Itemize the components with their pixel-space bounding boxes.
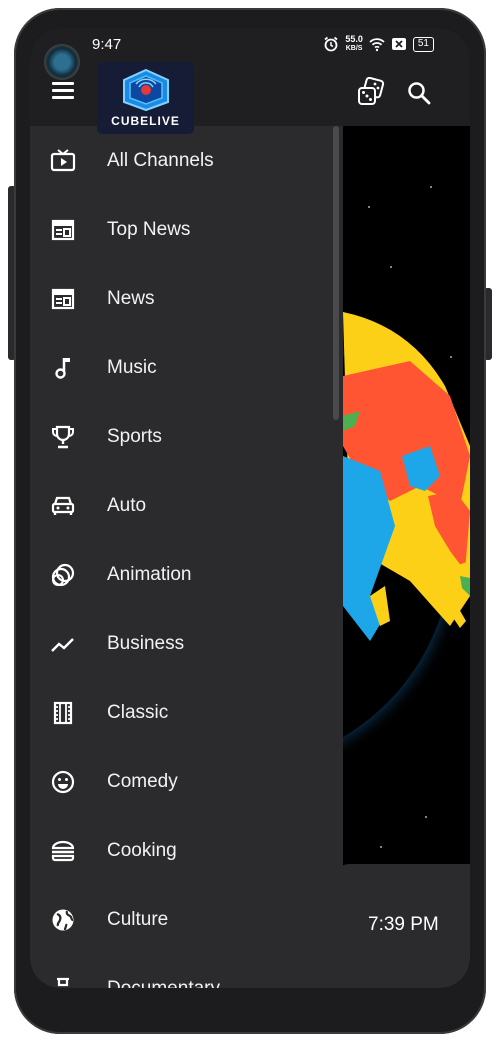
search-icon[interactable] [406,80,432,106]
wifi-icon [369,38,385,52]
drawer-item-label: Classic [107,701,169,723]
dice-icon[interactable] [356,77,386,107]
music-note-icon [49,354,77,382]
sim-x-icon [391,38,406,50]
trophy-icon [49,423,77,451]
drawer-item-top-news[interactable]: Top News [30,195,343,264]
drawer-item-label: Sports [107,425,162,447]
drawer-item-label: Cooking [107,839,177,861]
drawer-item-label: All Channels [107,149,214,171]
drawer-item-label: Comedy [107,770,178,792]
smiley-icon [49,768,77,796]
navigation-drawer: All Channels Top News News Music Sports Auto A… [30,126,343,988]
front-camera [44,44,80,80]
drawer-item-label: Culture [107,908,169,930]
phone-screen: 9:47 55.0 KB/S 51 CUBELIVE 7:39 PM All C… [30,28,470,988]
drawer-item-cooking[interactable]: Cooking [30,816,343,885]
newspaper-icon [49,216,77,244]
drawer-item-label: Animation [107,563,192,585]
app-logo: CUBELIVE [97,62,194,134]
cube-logo-icon [122,68,169,112]
newspaper-icon [49,285,77,313]
tv-icon [49,147,77,175]
drawer-item-label: Business [107,632,185,654]
drawer-item-label: Documentary [107,977,220,989]
film-icon [49,699,77,727]
net-speed: 55.0 KB/S [345,35,363,53]
net-speed-value: 55.0 [345,34,363,44]
drawer-item-news[interactable]: News [30,264,343,333]
drawer-item-all-channels[interactable]: All Channels [30,126,343,195]
documentary-icon [49,975,77,989]
status-bar: 9:47 55.0 KB/S 51 [30,28,470,60]
card-time: 7:39 PM [368,914,439,935]
drawer-item-comedy[interactable]: Comedy [30,747,343,816]
trending-icon [49,630,77,658]
drawer-item-label: Music [107,356,157,378]
drawer-item-business[interactable]: Business [30,609,343,678]
status-time: 9:47 [92,36,122,53]
battery-indicator: 51 [412,36,434,52]
menu-icon[interactable] [52,82,74,100]
drawer-item-label: Top News [107,218,191,240]
car-icon [49,492,77,520]
drawer-item-culture[interactable]: Culture [30,885,343,954]
status-icons: 55.0 KB/S 51 [323,35,434,53]
net-speed-unit: KB/S [345,45,363,52]
drawer-item-documentary[interactable]: Documentary [30,954,343,988]
time-card: 7:39 PM [330,864,470,988]
drawer-item-animation[interactable]: Animation [30,540,343,609]
drawer-item-auto[interactable]: Auto [30,471,343,540]
app-bar: CUBELIVE [30,60,470,134]
globe-icon [49,906,77,934]
drawer-item-classic[interactable]: Classic [30,678,343,747]
alarm-icon [324,36,338,52]
drawer-item-sports[interactable]: Sports [30,402,343,471]
burger-icon [49,837,77,865]
drawer-item-label: News [107,287,155,309]
drawer-scrollbar[interactable] [333,126,339,420]
drawer-item-music[interactable]: Music [30,333,343,402]
logo-text: CUBELIVE [111,114,180,128]
animation-icon [49,561,77,589]
drawer-item-label: Auto [107,494,147,516]
